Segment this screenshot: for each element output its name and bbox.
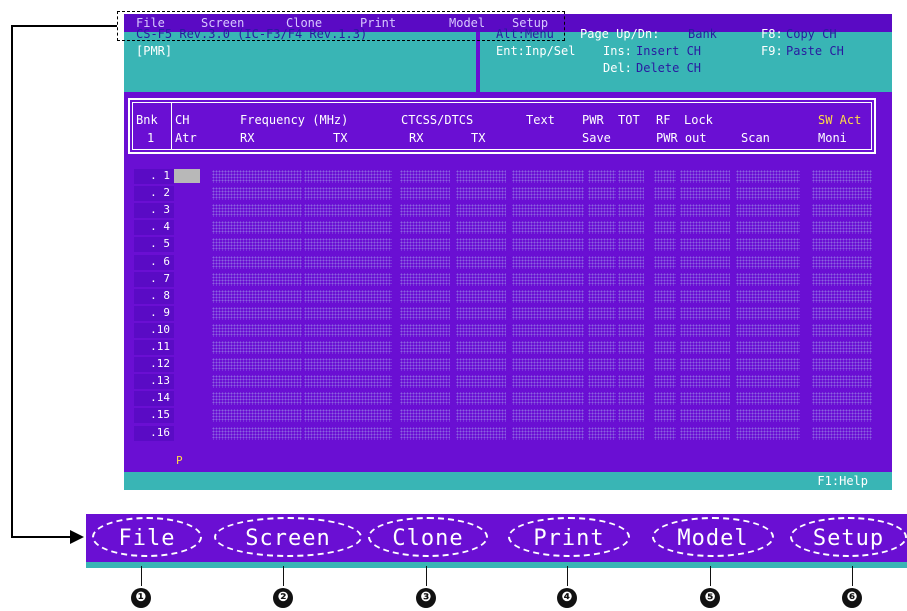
zoom-print-button[interactable]: Print bbox=[508, 517, 630, 557]
callout-pointer-1 bbox=[141, 566, 142, 586]
callout-badge-4: ❹ bbox=[557, 588, 577, 608]
callout-pointer-2 bbox=[283, 566, 284, 586]
zoom-screen-label: Screen bbox=[245, 526, 331, 551]
arrow-head-icon bbox=[70, 530, 84, 544]
callout-badge-6: ❻ bbox=[842, 588, 862, 608]
zoom-file-label: File bbox=[118, 526, 176, 551]
zoom-file-button[interactable]: File bbox=[92, 517, 202, 557]
callout-pointer-3 bbox=[426, 566, 427, 586]
callout-badge-2: ❷ bbox=[273, 588, 293, 608]
callout-pointer-4 bbox=[567, 566, 568, 586]
zoom-model-button[interactable]: Model bbox=[652, 517, 774, 557]
callout-pointer-5 bbox=[710, 566, 711, 586]
zoomed-info-strip bbox=[86, 562, 907, 568]
zoom-clone-button[interactable]: Clone bbox=[368, 517, 488, 557]
callout-badge-5: ❺ bbox=[700, 588, 720, 608]
zoom-model-label: Model bbox=[677, 526, 749, 551]
callout-pointer-6 bbox=[852, 566, 853, 586]
zoom-print-label: Print bbox=[533, 526, 605, 551]
zoom-screen-button[interactable]: Screen bbox=[214, 517, 362, 557]
zoom-setup-button[interactable]: Setup bbox=[790, 517, 907, 557]
callout-badge-3: ❸ bbox=[416, 588, 436, 608]
callout-badge-1: ❶ bbox=[131, 588, 151, 608]
zoom-clone-label: Clone bbox=[392, 526, 464, 551]
zoom-setup-label: Setup bbox=[812, 526, 885, 551]
zoomed-menu-bar: File Screen Clone Print Model Setup bbox=[86, 514, 907, 562]
